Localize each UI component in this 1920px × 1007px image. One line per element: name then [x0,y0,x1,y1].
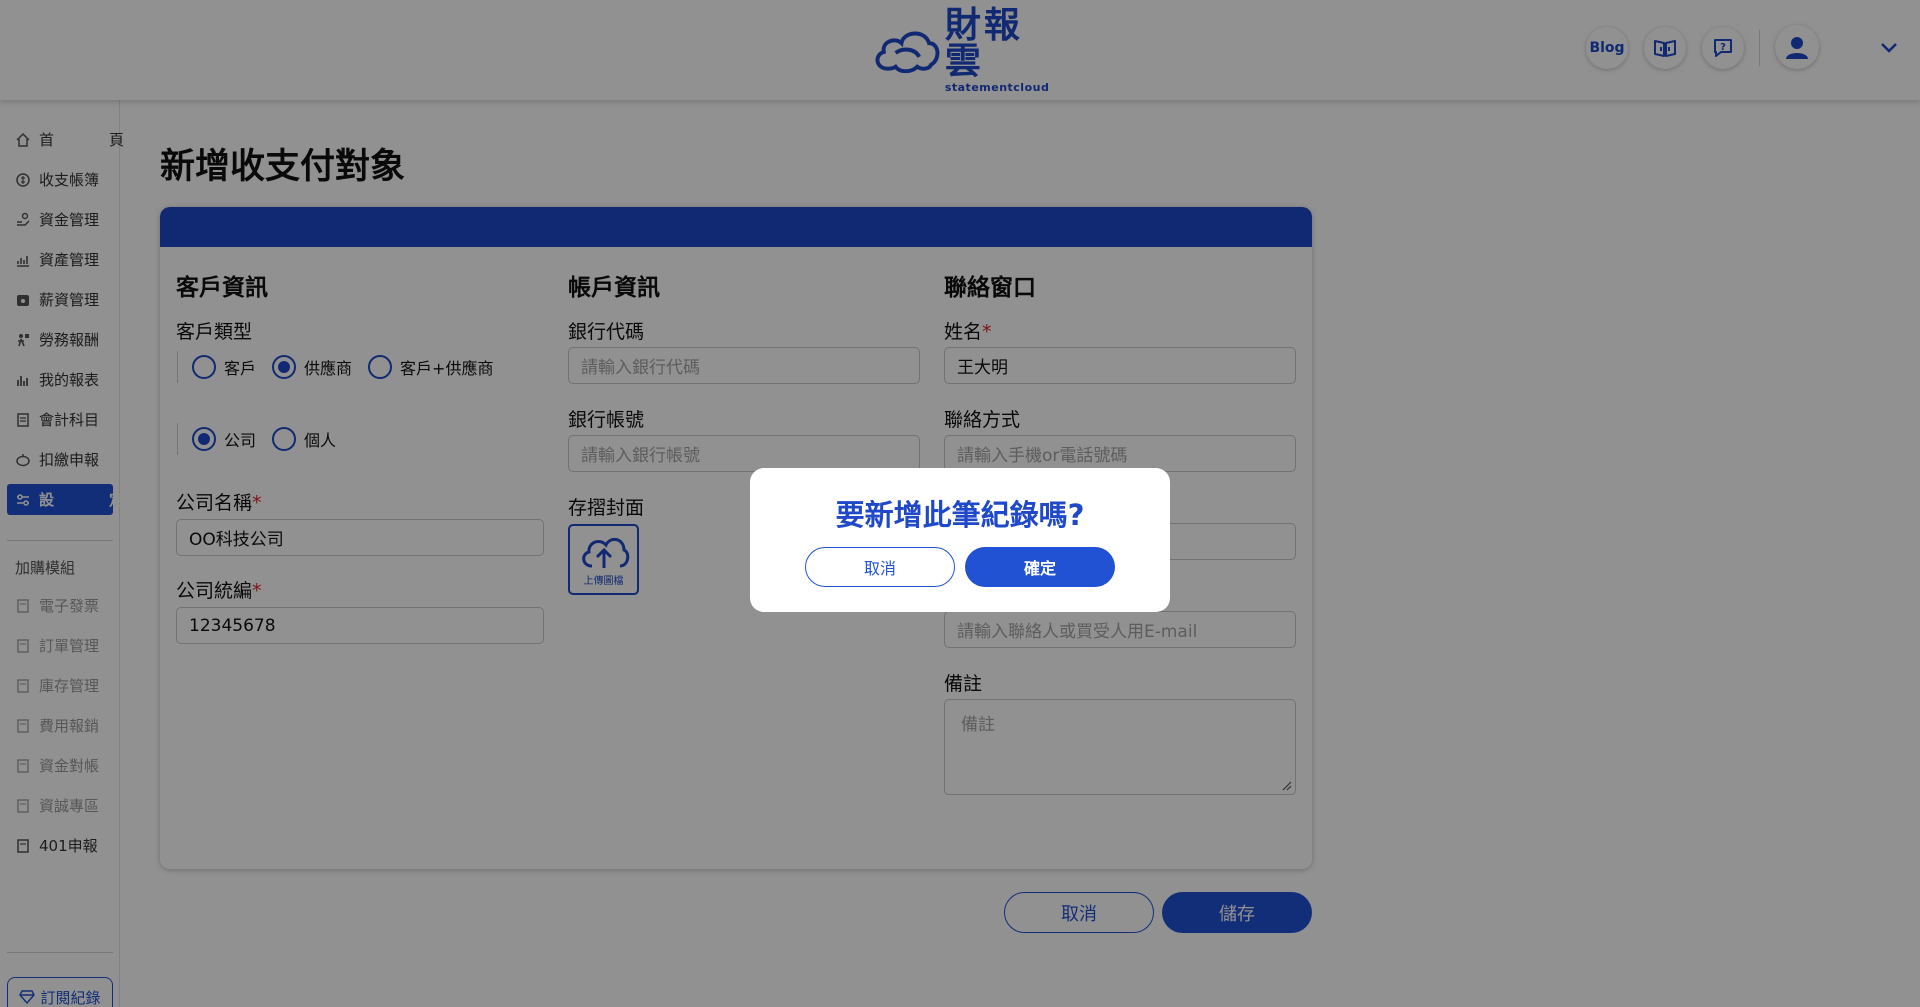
dialog-cancel-button[interactable]: 取消 [805,547,955,587]
confirm-dialog: 要新增此筆紀錄嗎? 取消 確定 [750,468,1170,612]
dialog-confirm-button[interactable]: 確定 [965,547,1115,587]
dialog-title: 要新增此筆紀錄嗎? [835,498,1085,532]
